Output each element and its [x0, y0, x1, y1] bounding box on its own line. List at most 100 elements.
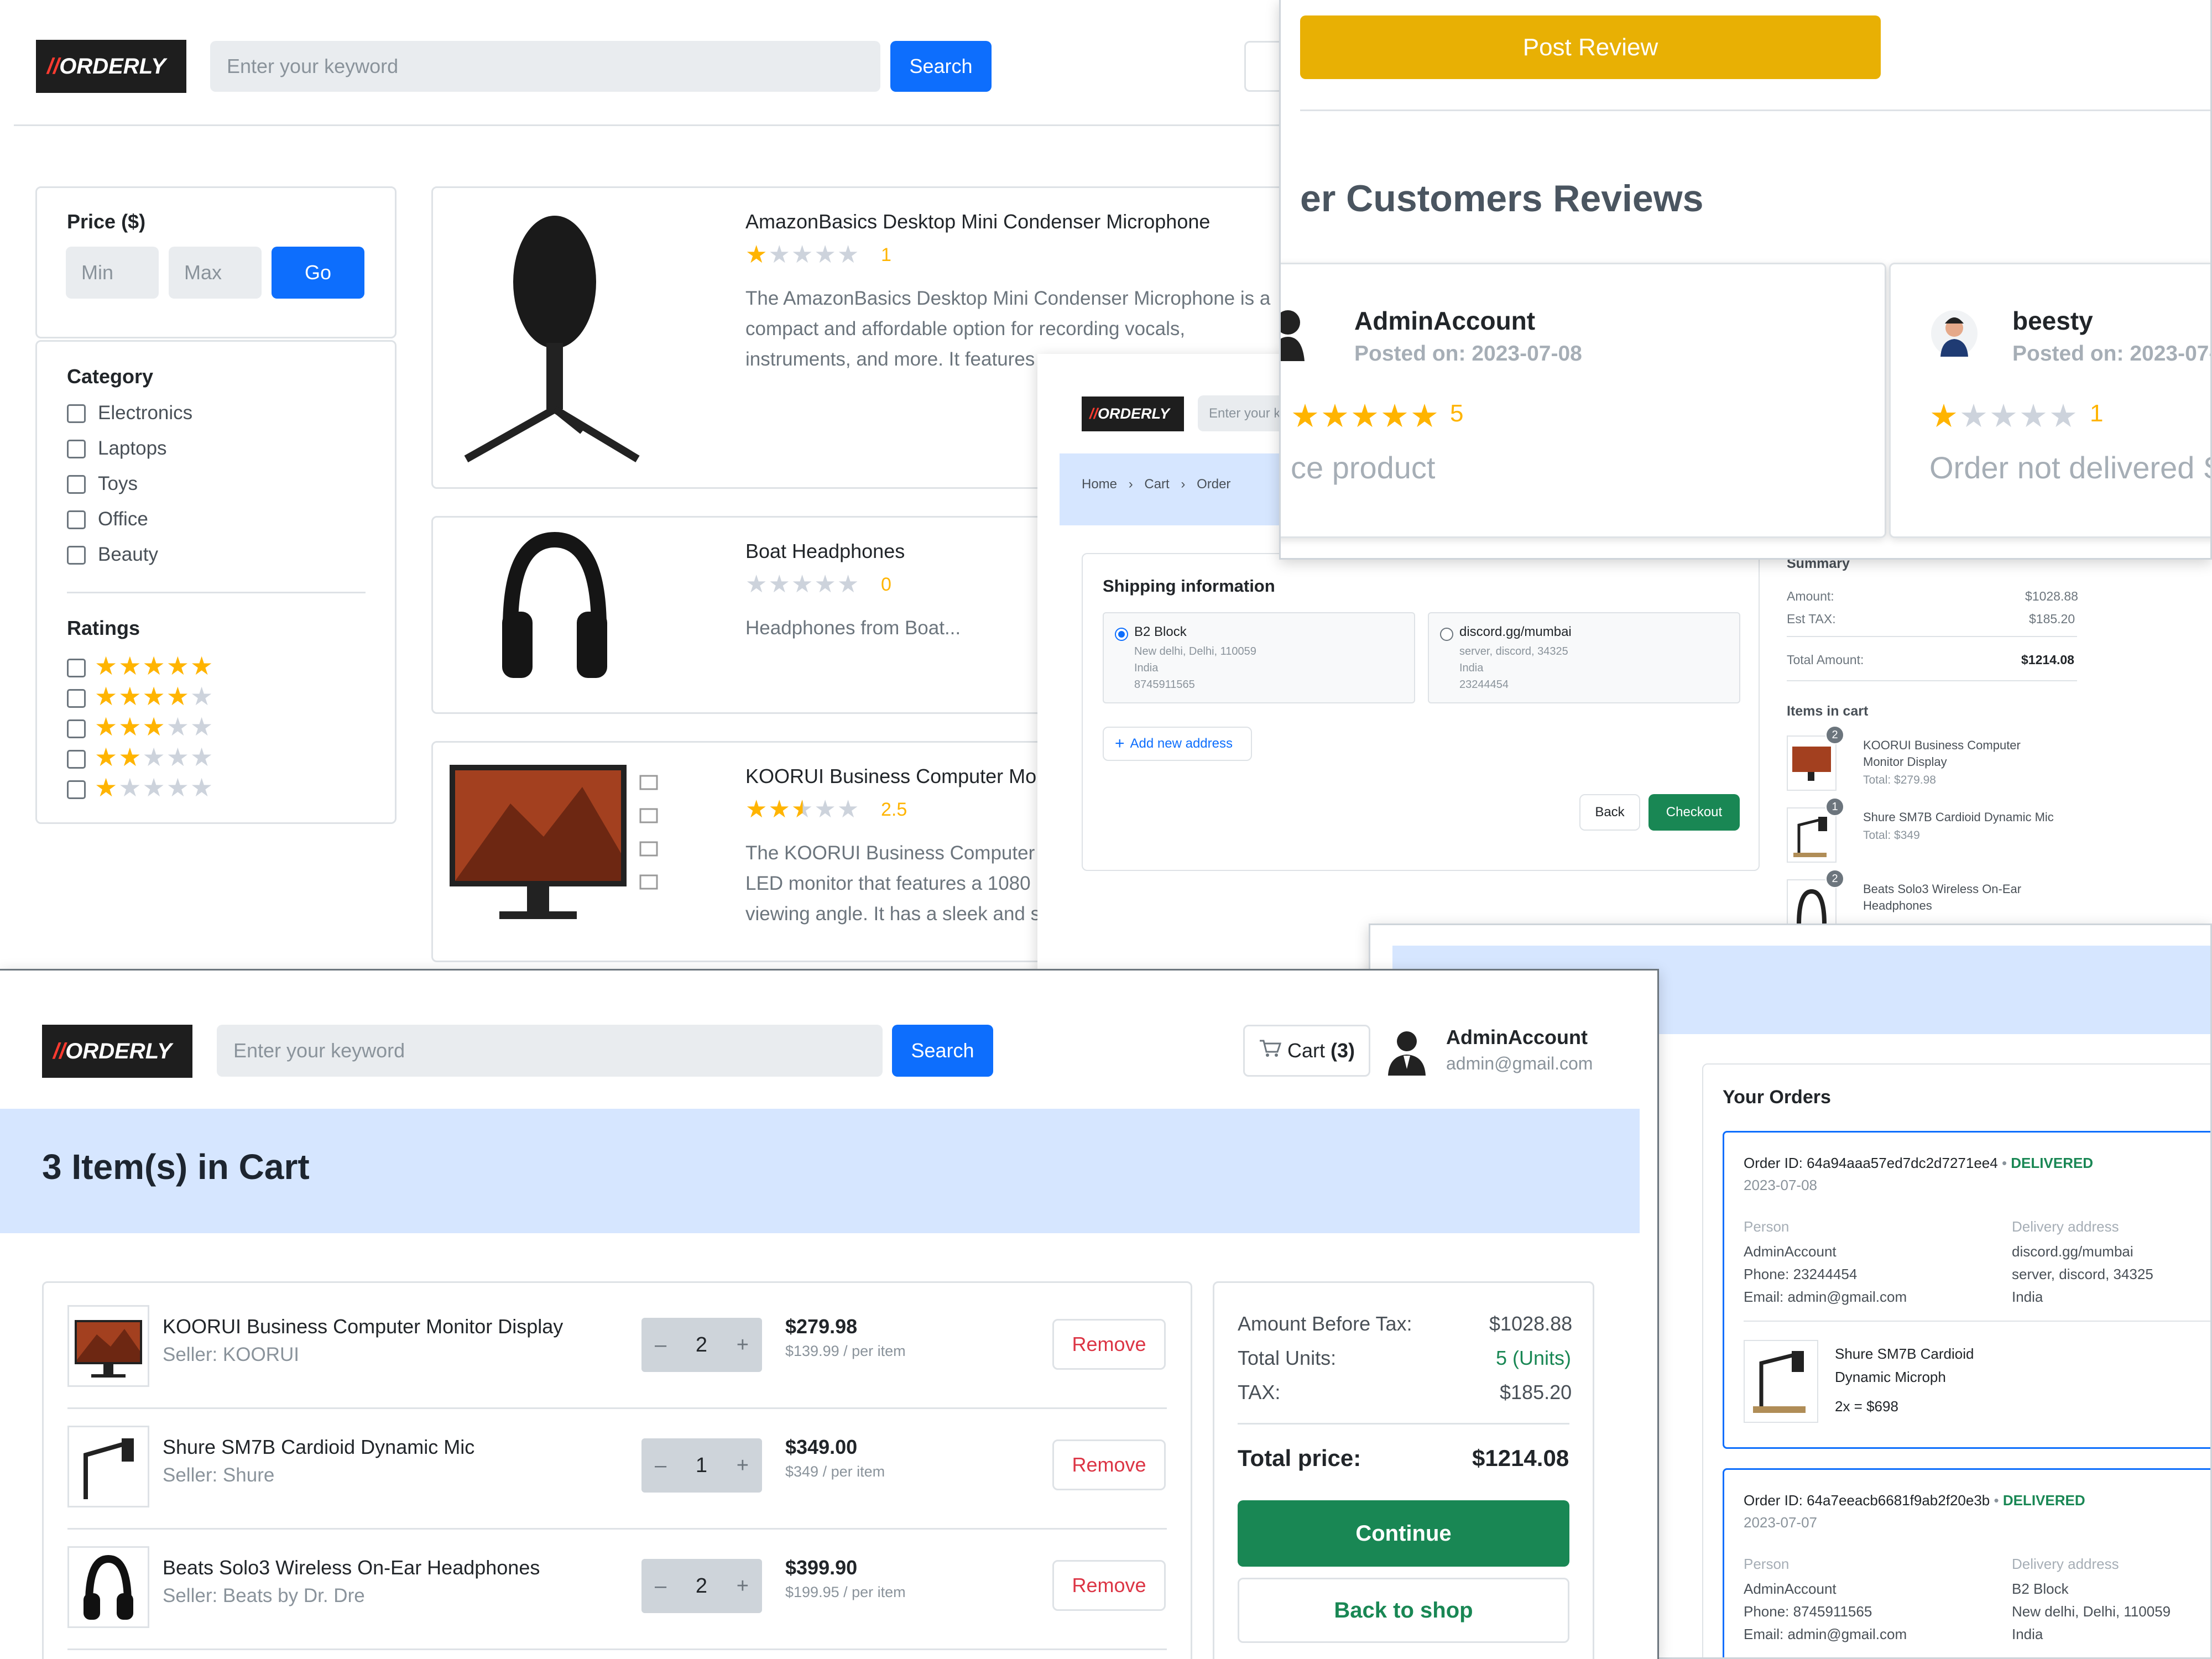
- search-button[interactable]: Search: [890, 41, 992, 92]
- reviewer-avatar: [1281, 306, 1321, 361]
- cart-item-image[interactable]: [67, 1305, 149, 1387]
- quantity-value[interactable]: 2: [696, 1574, 707, 1598]
- add-address-label: Add new address: [1130, 736, 1233, 751]
- plus-icon[interactable]: +: [737, 1333, 749, 1357]
- star-icon: ★: [118, 743, 143, 771]
- cart-logo[interactable]: //ORDERLY: [42, 1025, 192, 1078]
- order-id-row: Order ID: 64a94aaa57ed7dc2d7271ee4 • DEL…: [1744, 1155, 2093, 1172]
- post-review-button[interactable]: Post Review: [1300, 15, 1881, 79]
- order-id: Order ID: 64a7eeacb6681f9ab2f20e3b: [1744, 1492, 1990, 1509]
- go-label: Go: [304, 261, 332, 284]
- category-checkbox[interactable]: [67, 510, 86, 529]
- cart-item-price: $279.98: [785, 1315, 858, 1338]
- search-input[interactable]: Enter your keyword: [210, 41, 880, 92]
- breadcrumb-order[interactable]: Order: [1197, 477, 1230, 492]
- product-image[interactable]: [444, 529, 665, 699]
- minus-icon[interactable]: –: [655, 1574, 666, 1598]
- rating-checkbox[interactable]: [67, 659, 86, 677]
- breadcrumb-home[interactable]: Home: [1082, 477, 1117, 492]
- cart-button-partial[interactable]: [1244, 41, 1283, 92]
- product-image[interactable]: [444, 754, 665, 947]
- back-to-shop-button[interactable]: Back to shop: [1238, 1578, 1569, 1643]
- cart-item-name[interactable]: Beats Solo3 Wireless On-Ear Headphones: [163, 1556, 540, 1579]
- remove-button[interactable]: Remove: [1052, 1319, 1166, 1370]
- quantity-value[interactable]: 2: [696, 1333, 707, 1357]
- checkout-logo[interactable]: //ORDERLY: [1082, 397, 1184, 431]
- remove-button[interactable]: Remove: [1052, 1439, 1166, 1490]
- person-detail: Phone: 8745911565: [1744, 1603, 1872, 1620]
- product-rating-stars: ★★★★★: [745, 570, 860, 598]
- price-go-button[interactable]: Go: [272, 247, 364, 299]
- max-placeholder: Max: [184, 261, 222, 284]
- plus-icon[interactable]: +: [737, 1454, 749, 1478]
- product-rating-value: 2.5: [881, 799, 907, 820]
- review-comment: ce product: [1291, 450, 1436, 485]
- quantity-value[interactable]: 1: [696, 1454, 707, 1478]
- category-checkbox[interactable]: [67, 546, 86, 565]
- star-icon: ★: [1350, 398, 1380, 434]
- total-price-value: $1214.08: [1472, 1445, 1569, 1471]
- reviews-divider: [1300, 109, 2210, 111]
- quantity-stepper: – 2 +: [641, 1559, 762, 1613]
- cart-item-image[interactable]: [67, 1546, 149, 1628]
- orders-card: Your Orders Order ID: 64a94aaa57ed7dc2d7…: [1702, 1063, 2210, 1657]
- logo-text: ORDERLY: [59, 54, 166, 79]
- price-min-input[interactable]: Min: [66, 247, 159, 299]
- add-address-button[interactable]: + Add new address: [1103, 727, 1252, 761]
- avatar[interactable]: [1383, 1025, 1431, 1077]
- checkout-logo-slash: //: [1089, 405, 1098, 422]
- logo[interactable]: //ORDERLY: [36, 40, 186, 93]
- cart-search-button[interactable]: Search: [892, 1025, 993, 1077]
- minus-icon[interactable]: –: [655, 1454, 666, 1478]
- star-icon: ★: [142, 743, 166, 771]
- header-divider: [14, 124, 1283, 126]
- review-rating-value: 1: [2090, 400, 2104, 427]
- cart-item-name[interactable]: KOORUI Business Computer Monitor Display: [163, 1315, 563, 1338]
- quantity-badge: 1: [1825, 797, 1844, 816]
- remove-button[interactable]: Remove: [1052, 1560, 1166, 1611]
- price-max-input[interactable]: Max: [169, 247, 262, 299]
- cart-item-name[interactable]: Shure SM7B Cardioid Dynamic Mic: [163, 1436, 474, 1459]
- summary-tax-label: Est TAX:: [1787, 612, 1836, 626]
- product-name[interactable]: KOORUI Business Computer Mon: [745, 765, 1047, 788]
- quantity-badge: 2: [1825, 869, 1844, 888]
- plus-icon[interactable]: +: [737, 1574, 749, 1598]
- radio-selected-icon[interactable]: [1115, 628, 1128, 641]
- cart-search-input[interactable]: Enter your keyword: [217, 1025, 883, 1077]
- search-button-label: Search: [909, 55, 973, 77]
- chevron-right-icon: ›: [1128, 477, 1133, 492]
- order-card[interactable]: Order ID: 64a7eeacb6681f9ab2f20e3b • DEL…: [1723, 1468, 2210, 1657]
- cart-item-seller: Seller: Beats by Dr. Dre: [163, 1585, 365, 1606]
- category-checkbox[interactable]: [67, 440, 86, 458]
- category-checkbox[interactable]: [67, 475, 86, 494]
- rating-checkbox[interactable]: [67, 689, 86, 708]
- star-icon: ★: [1410, 398, 1440, 434]
- minus-icon[interactable]: –: [655, 1333, 666, 1357]
- continue-label: Continue: [1355, 1521, 1452, 1546]
- product-name[interactable]: AmazonBasics Desktop Mini Condenser Micr…: [745, 210, 1210, 233]
- product-description: The AmazonBasics Desktop Mini Condenser …: [745, 288, 1271, 309]
- items-in-cart-heading: Items in cart: [1787, 703, 1869, 719]
- category-label: Office: [98, 508, 148, 530]
- category-checkbox[interactable]: [67, 404, 86, 423]
- order-card[interactable]: Order ID: 64a94aaa57ed7dc2d7271ee4 • DEL…: [1723, 1131, 2210, 1449]
- radio-icon[interactable]: [1440, 628, 1453, 641]
- rating-checkbox[interactable]: [67, 780, 86, 799]
- product-rating-value: 1: [881, 244, 891, 265]
- checkout-button[interactable]: Checkout: [1648, 794, 1740, 831]
- address-detail: India: [2012, 1626, 2043, 1642]
- cart-item-image[interactable]: [67, 1426, 149, 1507]
- product-name[interactable]: Boat Headphones: [745, 540, 905, 563]
- quantity-badge-value: 1: [1832, 800, 1838, 813]
- continue-button[interactable]: Continue: [1238, 1500, 1569, 1567]
- back-button[interactable]: Back: [1579, 794, 1640, 831]
- address-option[interactable]: discord.gg/mumbai server, discord, 34325 I…: [1428, 612, 1740, 703]
- checkout-item-image: [1787, 735, 1837, 791]
- address-option[interactable]: B2 Block New delhi, Delhi, 110059 India 874…: [1103, 612, 1415, 703]
- rating-checkbox[interactable]: [67, 719, 86, 738]
- rating-checkbox[interactable]: [67, 750, 86, 769]
- cart-button[interactable]: Cart (3): [1243, 1025, 1370, 1077]
- address-detail: B2 Block: [2012, 1580, 2069, 1597]
- breadcrumb-cart[interactable]: Cart: [1144, 477, 1169, 492]
- product-image[interactable]: [444, 199, 665, 474]
